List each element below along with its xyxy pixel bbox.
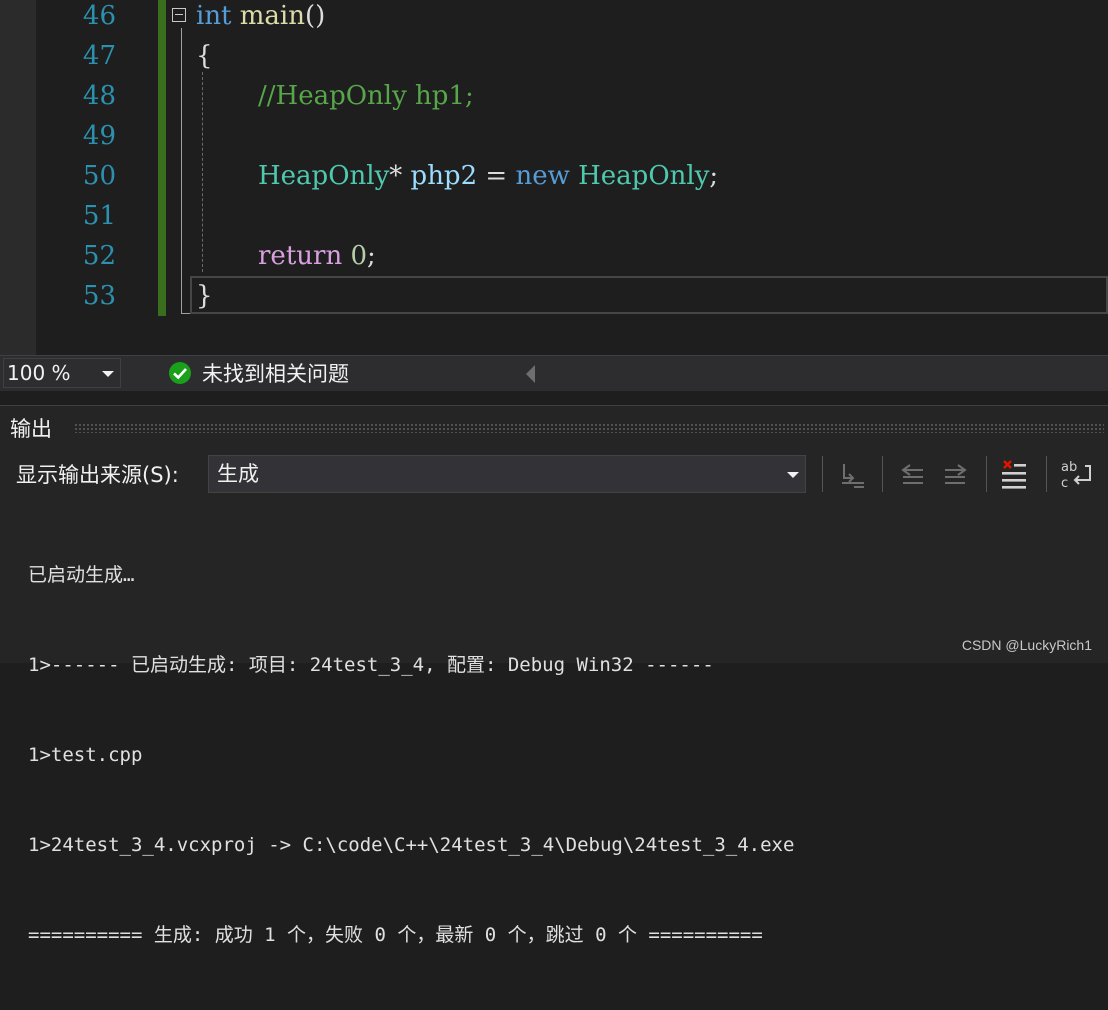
- punct-token: (): [305, 1, 326, 31]
- code-line-47[interactable]: {: [196, 36, 213, 76]
- zoom-value: 100 %: [7, 361, 71, 385]
- fold-guide: [181, 28, 182, 314]
- indent-guide: [202, 72, 203, 272]
- output-line: 1>test.cpp: [28, 744, 143, 766]
- fold-guide-end: [181, 313, 190, 314]
- output-line: 1>24test_3_4.vcxproj -> C:\code\C++\24te…: [28, 834, 795, 856]
- output-line: 已启动生成…: [28, 564, 135, 586]
- line-number: 50: [82, 161, 116, 191]
- collapse-icon[interactable]: [172, 8, 186, 22]
- previous-message-icon[interactable]: [894, 456, 930, 492]
- line-number: 51: [82, 201, 116, 231]
- svg-text:ab: ab: [1061, 460, 1077, 475]
- code-line-48-comment[interactable]: //HeapOnly hp1;: [258, 76, 474, 116]
- code-line-53[interactable]: }: [196, 276, 213, 316]
- keyword-token: int: [196, 1, 232, 31]
- line-number: 48: [82, 81, 116, 111]
- issues-status[interactable]: 未找到相关问题: [202, 356, 349, 392]
- chevron-down-icon: [787, 472, 799, 478]
- change-tracking-bar: [158, 0, 166, 316]
- variable-token: php2: [410, 161, 478, 191]
- punct-token: ;: [709, 161, 719, 191]
- code-editor[interactable]: 46 47 48 49 50 51 52 53 int main() { //H…: [0, 0, 1108, 355]
- output-source-select[interactable]: 生成: [208, 455, 806, 493]
- function-token: main: [239, 1, 305, 31]
- goto-message-icon[interactable]: [834, 456, 870, 492]
- code-line-46[interactable]: int main(): [196, 0, 325, 36]
- code-line-52[interactable]: return 0;: [258, 236, 376, 276]
- keyword-token: new: [515, 161, 570, 191]
- next-message-icon[interactable]: [938, 456, 974, 492]
- chevron-down-icon: [102, 371, 114, 377]
- punct-token: ;: [367, 241, 376, 271]
- code-line-50[interactable]: HeapOnly* php2 = new HeapOnly;: [258, 156, 718, 196]
- splitter[interactable]: [0, 391, 1108, 405]
- output-panel: 输出 显示输出来源(S): 生成 ab c 已启动生成… 1>------ 已启…: [0, 405, 1108, 946]
- editor-margin: [0, 0, 36, 355]
- line-number: 49: [82, 121, 116, 151]
- current-line-highlight: [190, 276, 1108, 314]
- type-token: HeapOnly: [258, 161, 390, 191]
- zoom-dropdown[interactable]: 100 %: [3, 358, 121, 388]
- editor-status-bar: 100 % 未找到相关问题: [0, 355, 1108, 391]
- type-token: HeapOnly: [578, 161, 710, 191]
- output-line: 1>------ 已启动生成: 项目: 24test_3_4, 配置: Debu…: [28, 654, 714, 676]
- operator-token: =: [477, 161, 516, 191]
- output-log[interactable]: 已启动生成… 1>------ 已启动生成: 项目: 24test_3_4, 配…: [28, 500, 794, 1010]
- source-value: 生成: [217, 462, 259, 486]
- line-number: 46: [82, 1, 116, 31]
- pointer-token: *: [389, 161, 403, 191]
- panel-title: 输出: [10, 417, 52, 441]
- svg-text:c: c: [1061, 476, 1068, 491]
- check-circle-icon: [169, 362, 191, 384]
- line-number: 47: [82, 41, 116, 71]
- panel-drag-grip[interactable]: [74, 423, 1104, 433]
- toolbar-separator: [882, 456, 883, 492]
- toolbar-separator: [822, 456, 823, 492]
- number-token: 0: [350, 241, 367, 271]
- line-number: 52: [82, 241, 116, 271]
- word-wrap-icon[interactable]: ab c: [1058, 456, 1094, 492]
- toolbar-separator: [1046, 456, 1047, 492]
- line-number: 53: [82, 281, 116, 311]
- output-toolbar: 显示输出来源(S): 生成 ab c: [0, 452, 1108, 500]
- toolbar-separator: [986, 456, 987, 492]
- watermark: CSDN @LuckyRich1: [961, 637, 1092, 653]
- keyword-token: return: [258, 241, 343, 271]
- clear-all-icon[interactable]: [996, 456, 1032, 492]
- source-label: 显示输出来源(S):: [16, 463, 179, 487]
- output-line: ========== 生成: 成功 1 个，失败 0 个，最新 0 个，跳过 0…: [28, 924, 763, 946]
- scroll-left-icon[interactable]: [526, 365, 535, 383]
